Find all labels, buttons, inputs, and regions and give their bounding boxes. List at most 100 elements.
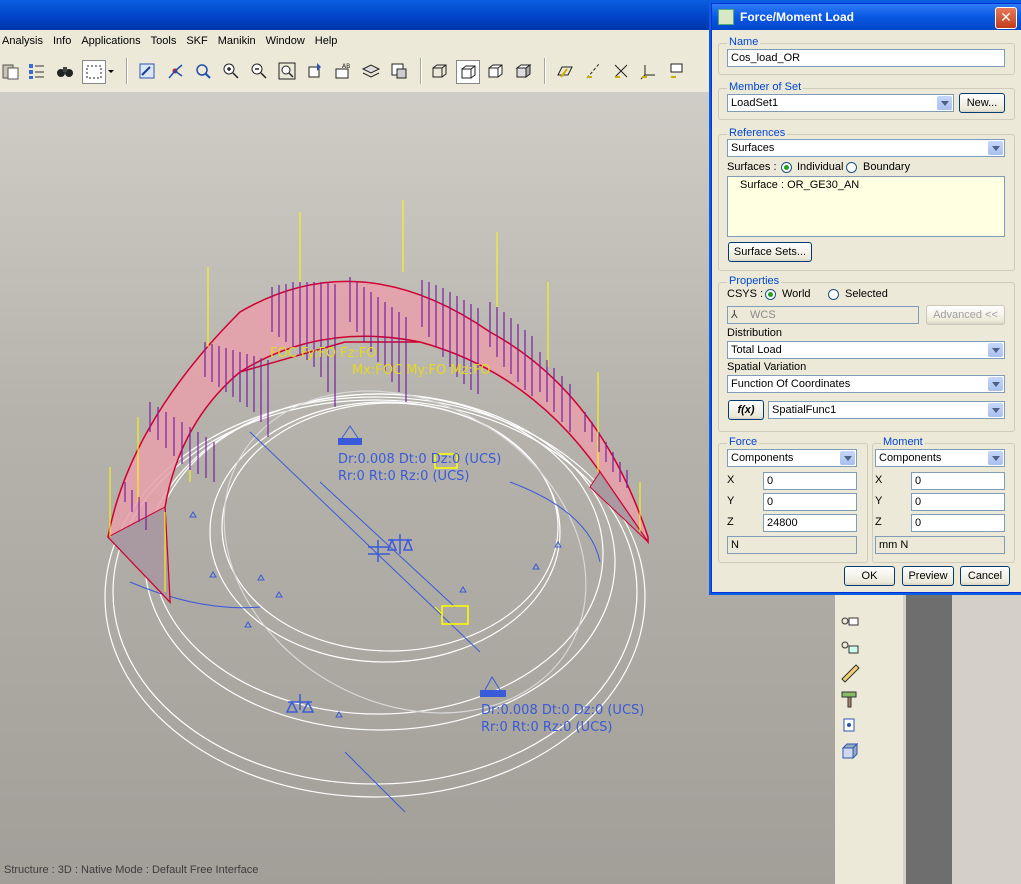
menu-help[interactable]: Help: [313, 35, 344, 47]
name-label: Name: [727, 36, 761, 48]
dialog-title-bar[interactable]: Force/Moment Load: [712, 4, 1021, 30]
datum-axes-icon[interactable]: [582, 60, 604, 82]
force-z-input[interactable]: 24800: [763, 514, 857, 532]
surface-list[interactable]: Surface : OR_GE30_AN: [727, 176, 1005, 237]
distribution-select[interactable]: Total Load: [727, 341, 1005, 359]
force-moment-dialog: Force/Moment Load ✕ Name Cos_load_OR Mem…: [711, 3, 1021, 593]
csys-icon: ⅄: [731, 309, 738, 321]
surface-sets-button[interactable]: Surface Sets...: [728, 242, 812, 262]
binoculars-icon[interactable]: [54, 60, 76, 82]
zoom-out-icon[interactable]: [248, 60, 270, 82]
orient-icon[interactable]: [192, 60, 214, 82]
model-view[interactable]: Dr:0.008 Dt:0 Dz:0 (UCS) Rr:0 Rt:0 Rz:0 …: [0, 92, 835, 884]
moment-z-input[interactable]: 0: [911, 514, 1005, 532]
select-box-icon[interactable]: [82, 60, 106, 84]
menu-analysis[interactable]: Analysis: [0, 35, 49, 47]
force-x-input[interactable]: 0: [763, 472, 857, 490]
individual-label: Individual: [797, 161, 844, 173]
function-select[interactable]: SpatialFunc1: [768, 401, 1005, 419]
menu-window[interactable]: Window: [264, 35, 311, 47]
annotations-icon[interactable]: [666, 60, 688, 82]
close-button[interactable]: ✕: [995, 7, 1017, 29]
solid-icon[interactable]: [839, 740, 861, 762]
load-label-moment: Mx:FOC My:FO Mz:FO: [352, 363, 491, 378]
csys-icon[interactable]: [638, 60, 660, 82]
world-radio[interactable]: [765, 289, 776, 300]
layers-icon[interactable]: [360, 60, 382, 82]
constraint-marker: [484, 675, 501, 691]
moment-y-input[interactable]: 0: [911, 493, 1005, 511]
datum-points-icon[interactable]: [610, 60, 632, 82]
load-label-force: FOC Fy:FO Fz:FO: [270, 346, 377, 361]
csys-field: ⅄ WCS: [727, 306, 919, 324]
regenerate-icon[interactable]: [26, 60, 48, 82]
graphics-window[interactable]: Dr:0.008 Dt:0 Dz:0 (UCS) Rr:0 Rt:0 Rz:0 …: [0, 92, 835, 884]
chevron-down-icon[interactable]: [937, 96, 952, 110]
menu-tools[interactable]: Tools: [149, 35, 183, 47]
menu-skf[interactable]: SKF: [184, 35, 213, 47]
moment-y-label: Y: [875, 495, 883, 507]
references-label: References: [727, 127, 788, 139]
individual-radio[interactable]: [781, 162, 792, 173]
chevron-down-icon[interactable]: [988, 141, 1003, 155]
menu-info[interactable]: Info: [51, 35, 77, 47]
force-y-label: Y: [727, 495, 735, 507]
datum-planes-icon[interactable]: [554, 60, 576, 82]
function-button[interactable]: f(x): [728, 400, 764, 420]
selected-radio[interactable]: [828, 289, 839, 300]
paste-icon[interactable]: [0, 60, 22, 82]
repaint-icon[interactable]: [136, 60, 158, 82]
name-input[interactable]: Cos_load_OR: [727, 49, 1005, 67]
constraint-annotation-bottom: Dr:0.008 Dt:0 Dz:0 (UCS): [481, 703, 644, 718]
hidden-line-icon[interactable]: [456, 60, 480, 84]
force-mode-select[interactable]: Components: [727, 449, 857, 467]
select-dropdown-icon[interactable]: [106, 60, 116, 82]
spatial-variation-value: Function Of Coordinates: [731, 378, 851, 390]
refit-icon[interactable]: [276, 60, 298, 82]
new-set-button[interactable]: New...: [959, 93, 1005, 113]
reorient-icon[interactable]: [304, 60, 326, 82]
moment-x-input[interactable]: 0: [911, 472, 1005, 490]
chevron-down-icon[interactable]: [988, 377, 1003, 391]
named-view-icon[interactable]: AB: [332, 60, 354, 82]
shell-icon[interactable]: [839, 714, 861, 736]
preview-button[interactable]: Preview: [902, 566, 954, 586]
chevron-down-icon[interactable]: [988, 343, 1003, 357]
advanced-button: Advanced <<: [926, 305, 1005, 325]
constraint-marker: [480, 690, 506, 697]
right-toolbar: [835, 592, 903, 884]
force-z-label: Z: [727, 516, 734, 528]
ok-button[interactable]: OK: [844, 566, 895, 586]
load-set-value: LoadSet1: [731, 97, 779, 109]
spin-center-icon[interactable]: [164, 60, 186, 82]
load-tool-icon[interactable]: [839, 636, 861, 658]
menu-manikin[interactable]: Manikin: [216, 35, 262, 47]
chevron-down-icon[interactable]: [988, 403, 1003, 417]
properties-label: Properties: [727, 275, 782, 287]
hammer-icon[interactable]: [839, 688, 861, 710]
moment-mode-select[interactable]: Components: [875, 449, 1005, 467]
moment-mode-value: Components: [879, 452, 942, 464]
cancel-button[interactable]: Cancel: [960, 566, 1010, 586]
menu-applications[interactable]: Applications: [79, 35, 146, 47]
chevron-down-icon[interactable]: [988, 451, 1003, 465]
shading-icon[interactable]: [512, 60, 534, 82]
view-manager-icon[interactable]: [388, 60, 410, 82]
force-unit: N: [727, 536, 857, 554]
zoom-in-icon[interactable]: [220, 60, 242, 82]
force-y-input[interactable]: 0: [763, 493, 857, 511]
references-select[interactable]: Surfaces: [727, 139, 1005, 157]
constraint-tool-icon[interactable]: [839, 610, 861, 632]
chevron-down-icon[interactable]: [840, 451, 855, 465]
boundary-radio[interactable]: [846, 162, 857, 173]
no-hidden-icon[interactable]: [484, 60, 506, 82]
spatial-variation-select[interactable]: Function Of Coordinates: [727, 375, 1005, 393]
csys-value: WCS: [750, 309, 776, 321]
ruler-icon[interactable]: [839, 662, 861, 684]
close-icon: ✕: [1000, 10, 1012, 26]
load-set-select[interactable]: LoadSet1: [727, 94, 954, 112]
svg-text:AB: AB: [342, 63, 350, 70]
wireframe-icon[interactable]: [428, 60, 450, 82]
constraint-marker: [338, 438, 362, 445]
surface-list-item[interactable]: Surface : OR_GE30_AN: [740, 179, 859, 191]
